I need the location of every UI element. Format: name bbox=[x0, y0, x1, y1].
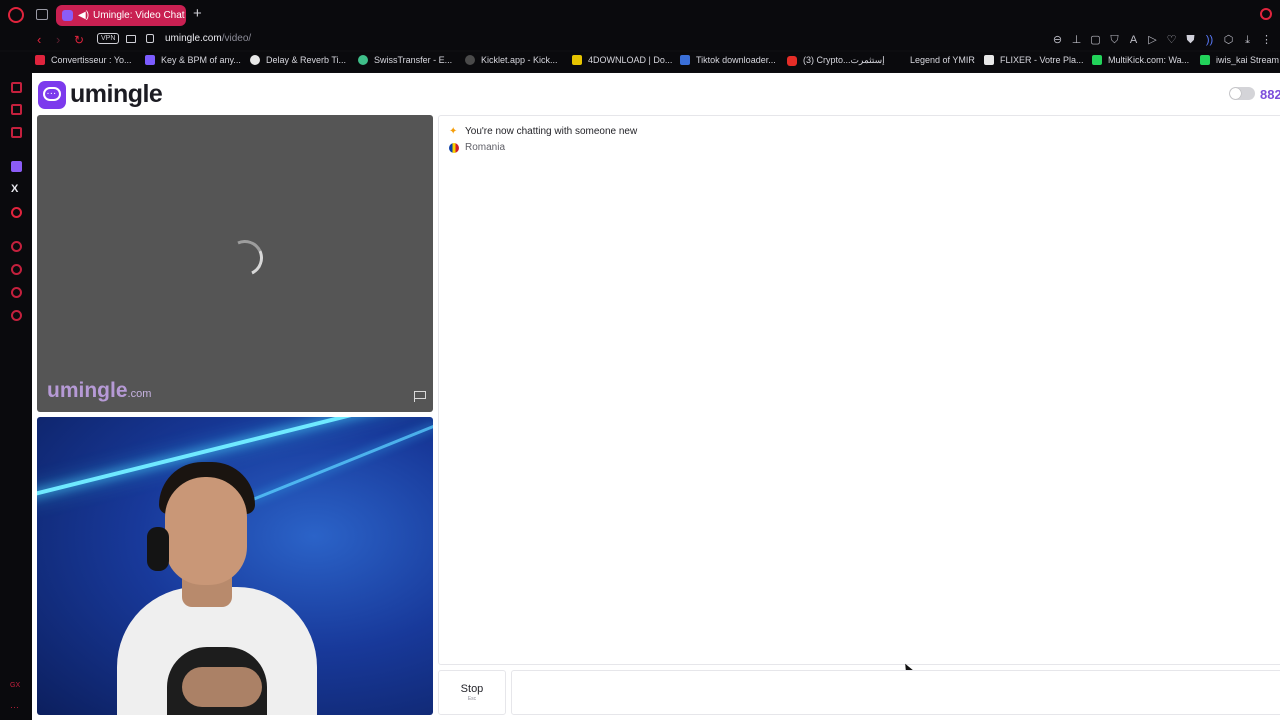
folder-icon bbox=[572, 55, 582, 65]
bag-icon[interactable] bbox=[11, 104, 22, 115]
new-tab-plus-icon[interactable]: + bbox=[193, 6, 202, 22]
vk-icon[interactable] bbox=[11, 207, 22, 218]
more-icon[interactable]: ··· bbox=[10, 702, 19, 712]
bookmark-item[interactable]: Delay & Reverb Ti... bbox=[250, 55, 346, 65]
bookmark-favicon-icon bbox=[465, 55, 475, 65]
stranger-country: Romania bbox=[449, 142, 505, 153]
back-icon[interactable]: ‹ bbox=[37, 32, 41, 48]
opera-sidebar: X GX ··· bbox=[0, 72, 32, 720]
twitch-icon[interactable] bbox=[11, 161, 22, 172]
sparkle-icon: ✦ bbox=[449, 126, 458, 137]
opera-logo-icon[interactable] bbox=[8, 7, 24, 23]
logo-text: umingle bbox=[70, 80, 163, 108]
person-hands bbox=[182, 667, 262, 707]
speed-dial-icon[interactable] bbox=[11, 241, 22, 252]
forward-icon[interactable]: › bbox=[56, 32, 60, 48]
tab-bar: ◀) Umingle: Video Chat w + bbox=[0, 0, 1280, 30]
bookmark-favicon-icon bbox=[984, 55, 994, 65]
umingle-favicon-icon bbox=[62, 10, 73, 21]
stop-button[interactable]: Stop Esc bbox=[438, 670, 506, 715]
reload-icon[interactable]: ↻ bbox=[74, 32, 84, 48]
tab-search-icon[interactable] bbox=[1260, 8, 1272, 20]
menu-icon[interactable]: ⋮ bbox=[1257, 32, 1276, 48]
bookmark-favicon-icon bbox=[894, 55, 904, 65]
bookmark-item[interactable]: 4DOWNLOAD | Do... bbox=[572, 55, 672, 65]
chat-panel: ✦ You're now chatting with someone new R… bbox=[438, 115, 1280, 677]
toolbar-icons: ⊖ ⊥ ▢ ⛉ A ▷ ♡ ⛊ )) ⬡ ⤓ ⋮ bbox=[1048, 32, 1276, 48]
zoom-out-icon[interactable]: ⊖ bbox=[1048, 32, 1067, 48]
romania-flag-icon bbox=[449, 142, 459, 153]
bookmark-favicon-icon bbox=[35, 55, 45, 65]
settings-icon[interactable] bbox=[11, 310, 22, 321]
bookmark-item[interactable]: MultiKick.com: Wa... bbox=[1092, 55, 1189, 65]
youtube-icon bbox=[787, 55, 797, 66]
player-icon[interactable] bbox=[11, 127, 22, 138]
loading-spinner-icon bbox=[221, 234, 269, 282]
bookmark-favicon-icon bbox=[358, 55, 368, 65]
bookmark-item[interactable]: Convertisseur : Yo... bbox=[35, 55, 132, 65]
pin-icon[interactable]: ⊥ bbox=[1067, 32, 1086, 48]
bookmarks-bar: Convertisseur : Yo... Key & BPM of any..… bbox=[0, 52, 1280, 72]
kick-icon bbox=[1200, 55, 1210, 65]
stranger-video: umingle.com bbox=[37, 115, 433, 412]
chat-bubble-icon: ··· bbox=[38, 80, 66, 109]
download-icon[interactable]: ⤓ bbox=[1238, 32, 1257, 48]
address-bar: ‹ › ↻ VPN umingle.com/video/ ⊖ ⊥ ▢ ⛉ A ▷… bbox=[0, 30, 1280, 50]
url-domain: umingle.com bbox=[165, 33, 222, 44]
umingle-page: ··· umingle 882 umingle.com ✦ You're now… bbox=[32, 73, 1280, 720]
bookmark-favicon-icon bbox=[145, 55, 155, 65]
gx-icon[interactable]: GX bbox=[10, 682, 20, 689]
video-watermark: umingle.com bbox=[47, 379, 152, 402]
bookmark-item[interactable]: iwis_kai Stream -... bbox=[1200, 55, 1280, 65]
person-face bbox=[165, 477, 247, 585]
snapshot-icon[interactable]: ▢ bbox=[1086, 32, 1105, 48]
bookmark-favicon-icon bbox=[1092, 55, 1102, 65]
url-field[interactable]: umingle.com/video/ bbox=[165, 33, 251, 44]
audio-extension-icon[interactable]: )) bbox=[1200, 32, 1219, 48]
bookmark-favicon-icon bbox=[680, 55, 690, 65]
bookmark-item[interactable]: Key & BPM of any... bbox=[145, 55, 241, 65]
speaker-icon[interactable]: ◀) bbox=[78, 10, 89, 21]
theme-toggle[interactable] bbox=[1229, 87, 1255, 100]
report-flag-icon[interactable] bbox=[414, 391, 426, 402]
bookmark-item[interactable]: SwissTransfer - E... bbox=[358, 55, 452, 65]
bookmark-item[interactable]: (3) Crypto...إستثمرت bbox=[787, 55, 885, 66]
bookmark-item[interactable]: Legend of YMIR bbox=[894, 55, 975, 65]
self-video bbox=[37, 417, 433, 715]
bookmark-item[interactable]: Kicklet.app - Kick... bbox=[465, 55, 558, 65]
x-icon[interactable]: X bbox=[11, 183, 18, 195]
vpn-badge[interactable]: VPN bbox=[97, 33, 120, 44]
bookmark-favicon-icon bbox=[250, 55, 260, 65]
ad-block-icon[interactable]: ⛊ bbox=[1181, 32, 1200, 48]
url-path: /video/ bbox=[221, 33, 252, 44]
active-tab[interactable]: ◀) Umingle: Video Chat w bbox=[56, 5, 186, 26]
chat-status-message: ✦ You're now chatting with someone new bbox=[449, 126, 638, 137]
site-logo[interactable]: ··· umingle bbox=[38, 80, 163, 109]
message-input[interactable] bbox=[511, 670, 1280, 715]
bookmark-item[interactable]: FLIXER - Votre Pla... bbox=[984, 55, 1084, 65]
camera-icon[interactable] bbox=[126, 35, 136, 43]
send-icon[interactable]: ▷ bbox=[1143, 32, 1162, 48]
history-icon[interactable] bbox=[11, 264, 22, 275]
home-icon[interactable] bbox=[11, 82, 22, 93]
translate-icon[interactable]: A bbox=[1124, 32, 1143, 48]
online-count: 882 bbox=[1260, 87, 1280, 102]
shield-icon[interactable]: ⛉ bbox=[1105, 32, 1124, 48]
bookmark-item[interactable]: Tiktok downloader... bbox=[680, 55, 776, 65]
extensions-icon[interactable]: ⬡ bbox=[1219, 32, 1238, 48]
lock-icon[interactable] bbox=[146, 34, 154, 43]
headset-icon bbox=[147, 527, 169, 571]
workspaces-icon[interactable] bbox=[36, 9, 48, 20]
extensions-icon[interactable] bbox=[11, 287, 22, 298]
tab-title: Umingle: Video Chat w bbox=[93, 10, 186, 21]
heart-icon[interactable]: ♡ bbox=[1162, 32, 1181, 48]
